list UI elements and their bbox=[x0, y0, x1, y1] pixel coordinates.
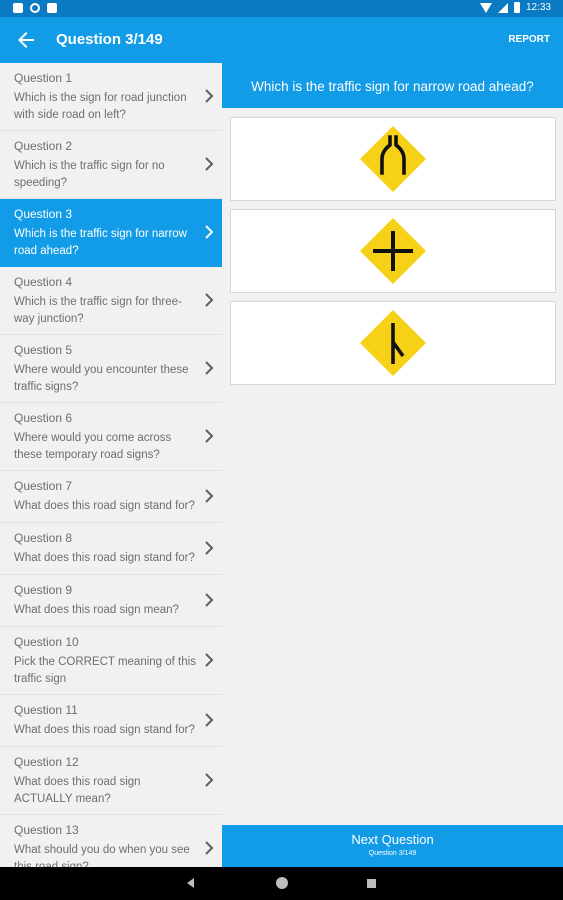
app-bar: Question 3/149 REPORT bbox=[0, 17, 563, 63]
question-text: Which is the traffic sign for narrow roa… bbox=[14, 228, 187, 257]
chevron-right-icon bbox=[205, 157, 214, 171]
question-text: Which is the traffic sign for three-way … bbox=[14, 296, 182, 325]
list-item-question-7[interactable]: Question 7 What does this road sign stan… bbox=[0, 471, 222, 523]
nav-back-icon[interactable] bbox=[187, 878, 194, 888]
next-question-label: Next Question bbox=[351, 832, 434, 847]
question-number: Question 13 bbox=[14, 823, 79, 837]
notification-icon bbox=[13, 3, 23, 13]
question-number: Question 9 bbox=[14, 583, 73, 597]
question-text: Where would you come across these tempor… bbox=[14, 432, 172, 461]
question-text: What does this road sign stand for? bbox=[14, 724, 195, 736]
sync-icon bbox=[30, 3, 40, 13]
list-item-question-3[interactable]: Question 3 Which is the traffic sign for… bbox=[0, 199, 222, 267]
sd-card-icon bbox=[47, 3, 57, 13]
chevron-right-icon bbox=[205, 773, 214, 787]
question-heading: Which is the traffic sign for narrow roa… bbox=[222, 63, 563, 108]
chevron-right-icon bbox=[205, 429, 214, 443]
narrow-road-sign-icon bbox=[360, 126, 426, 192]
answer-option-2[interactable] bbox=[230, 209, 556, 293]
list-item-question-12[interactable]: Question 12 What does this road sign ACT… bbox=[0, 747, 222, 815]
page-title: Question 3/149 bbox=[56, 31, 163, 48]
system-nav-bar bbox=[0, 867, 563, 900]
nav-recents-icon[interactable] bbox=[367, 879, 376, 888]
question-number: Question 4 bbox=[14, 275, 73, 289]
list-item-question-1[interactable]: Question 1 Which is the sign for road ju… bbox=[0, 63, 222, 131]
chevron-right-icon bbox=[205, 89, 214, 103]
question-text: What does this road sign stand for? bbox=[14, 500, 195, 512]
answer-option-1[interactable] bbox=[230, 117, 556, 201]
answer-option-3[interactable] bbox=[230, 301, 556, 385]
chevron-right-icon bbox=[205, 841, 214, 855]
question-number: Question 3 bbox=[14, 207, 73, 221]
question-panel: Which is the traffic sign for narrow roa… bbox=[222, 63, 563, 825]
report-button[interactable]: REPORT bbox=[508, 34, 550, 45]
chevron-right-icon bbox=[205, 713, 214, 727]
question-text: Which is the sign for road junction with… bbox=[14, 92, 187, 121]
status-time: 12:33 bbox=[525, 2, 551, 13]
list-item-question-2[interactable]: Question 2 Which is the traffic sign for… bbox=[0, 131, 222, 199]
question-number: Question 11 bbox=[14, 703, 78, 717]
question-number: Question 2 bbox=[14, 139, 73, 153]
list-item-question-13[interactable]: Question 13 What should you do when you … bbox=[0, 815, 222, 867]
list-item-question-10[interactable]: Question 10 Pick the CORRECT meaning of … bbox=[0, 627, 222, 695]
question-text: What does this road sign ACTUALLY mean? bbox=[14, 776, 141, 805]
question-text: Pick the CORRECT meaning of this traffic… bbox=[14, 656, 196, 685]
question-text: What does this road sign mean? bbox=[14, 604, 179, 616]
question-number: Question 5 bbox=[14, 343, 73, 357]
question-text: Where would you encounter these traffic … bbox=[14, 364, 189, 393]
next-question-button[interactable]: Next Question Question 3/149 bbox=[222, 825, 563, 867]
battery-icon bbox=[513, 2, 520, 13]
signal-icon bbox=[497, 2, 508, 13]
chevron-right-icon bbox=[205, 293, 214, 307]
question-text: What should you do when you see this roa… bbox=[14, 844, 190, 867]
list-item-question-8[interactable]: Question 8 What does this road sign stan… bbox=[0, 523, 222, 575]
list-item-question-4[interactable]: Question 4 Which is the traffic sign for… bbox=[0, 267, 222, 335]
chevron-right-icon bbox=[205, 653, 214, 667]
question-number: Question 1 bbox=[14, 71, 73, 85]
chevron-right-icon bbox=[205, 225, 214, 239]
question-number: Question 10 bbox=[14, 635, 79, 649]
question-number: Question 7 bbox=[14, 479, 73, 493]
question-number: Question 12 bbox=[14, 755, 79, 769]
back-arrow-icon[interactable] bbox=[14, 28, 38, 52]
list-item-question-9[interactable]: Question 9 What does this road sign mean… bbox=[0, 575, 222, 627]
nav-home-icon[interactable] bbox=[276, 877, 288, 889]
crossroads-sign-icon bbox=[360, 218, 426, 284]
chevron-right-icon bbox=[205, 541, 214, 555]
question-text: Which is the traffic sign for no speedin… bbox=[14, 160, 165, 189]
question-list: Question 1 Which is the sign for road ju… bbox=[0, 63, 222, 867]
question-number: Question 6 bbox=[14, 411, 73, 425]
chevron-right-icon bbox=[205, 593, 214, 607]
list-item-question-11[interactable]: Question 11 What does this road sign sta… bbox=[0, 695, 222, 747]
chevron-right-icon bbox=[205, 489, 214, 503]
next-question-progress: Question 3/149 bbox=[368, 850, 417, 857]
side-road-left-sign-icon bbox=[360, 310, 426, 376]
wifi-icon bbox=[479, 2, 492, 13]
status-bar: 12:33 bbox=[0, 0, 563, 17]
question-text: What does this road sign stand for? bbox=[14, 552, 195, 564]
list-item-question-5[interactable]: Question 5 Where would you encounter the… bbox=[0, 335, 222, 403]
list-item-question-6[interactable]: Question 6 Where would you come across t… bbox=[0, 403, 222, 471]
question-number: Question 8 bbox=[14, 531, 73, 545]
chevron-right-icon bbox=[205, 361, 214, 375]
